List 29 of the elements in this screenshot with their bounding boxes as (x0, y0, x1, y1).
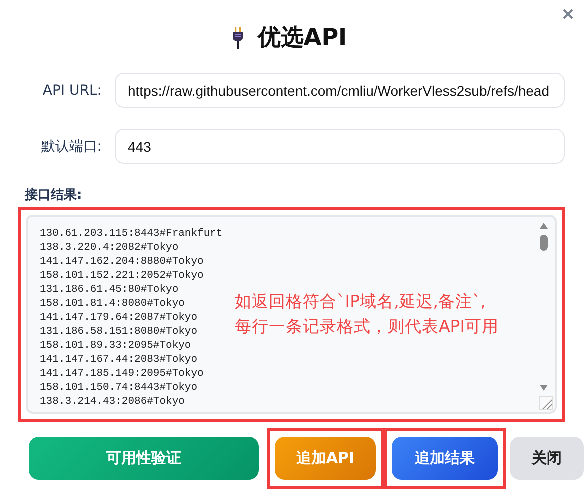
result-line: 131.186.58.151:8080#Tokyo (40, 325, 198, 339)
annotation-text: 如返回格符合`IP域名,延迟,备注`, (235, 291, 486, 313)
plug-icon (232, 26, 244, 50)
result-line: 138.3.220.4:2082#Tokyo (40, 241, 179, 255)
close-button[interactable]: × (558, 4, 578, 26)
action-button[interactable]: 关闭 (510, 437, 584, 480)
result-line: 141.147.162.204:8880#Tokyo (40, 255, 204, 269)
section-label: 接口结果: (25, 186, 84, 204)
result-line: 141.147.167.44:2083#Tokyo (40, 353, 198, 367)
result-line: 158.101.89.33:2095#Tokyo (40, 339, 192, 353)
field-label: API URL: (42, 82, 102, 98)
result-line: 158.101.150.74:8443#Tokyo (40, 381, 198, 395)
resize-grip-icon[interactable] (539, 396, 553, 410)
result-line: 158.101.81.4:8080#Tokyo (40, 297, 185, 311)
result-line: 131.186.61.45:80#Tokyo (40, 283, 179, 297)
action-button[interactable]: 可用性验证 (29, 437, 259, 480)
result-line: 138.3.214.43:2086#Tokyo (40, 395, 185, 409)
input-field[interactable]: https://raw.githubusercontent.com/cmliu/WorkerVless2sub/refs/head (115, 73, 565, 108)
result-line: 141.147.179.64:2087#Tokyo (40, 311, 198, 325)
dialog-title: 优选API (258, 24, 348, 53)
result-line: 130.61.203.115:8443#Frankfurt (40, 227, 223, 241)
input-field[interactable]: 443 (115, 129, 565, 164)
action-button[interactable]: 追加API (275, 437, 376, 480)
action-button[interactable]: 追加结果 (392, 437, 498, 480)
result-line: 158.101.152.221:2052#Tokyo (40, 269, 204, 283)
field-label: 默认端口: (40, 138, 102, 156)
annotation-text: 每行一条记录格式，则代表API可用 (235, 316, 500, 338)
result-line: 141.147.185.149:2095#Tokyo (40, 367, 204, 381)
scrollbar[interactable] (539, 221, 549, 391)
